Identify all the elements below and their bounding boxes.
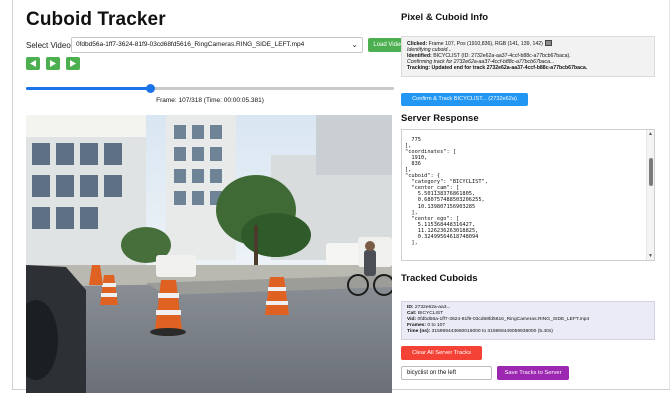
- video-panel: Cuboid Tracker Select Video: 0fdbd56a-1f…: [26, 0, 409, 395]
- response-scrollbar[interactable]: ▲ ▼: [646, 130, 654, 260]
- select-video-label: Select Video:: [26, 41, 73, 50]
- play-icon: [50, 60, 56, 67]
- scrollbar-thumb[interactable]: [649, 158, 653, 186]
- frame-slider-handle[interactable]: [145, 84, 155, 93]
- info-panel: Pixel & Cuboid Info Clicked: Frame 107, …: [401, 0, 656, 395]
- step-forward-icon: [70, 60, 76, 67]
- server-response-heading: Server Response: [401, 113, 479, 124]
- server-response-json: 775 ], "coordinates": [ 1910, 836 ], "cu…: [405, 137, 488, 246]
- step-back-icon: [30, 60, 36, 67]
- save-tracks-button[interactable]: Save Tracks to Server: [497, 366, 569, 380]
- page-title: Cuboid Tracker: [26, 9, 166, 30]
- clear-tracks-button[interactable]: Clear All Server Tracks: [401, 346, 482, 360]
- color-swatch: [544, 40, 552, 46]
- pixel-info-heading: Pixel & Cuboid Info: [401, 12, 489, 23]
- tracked-cuboid-item: ID: 2732e62a-aa3... Cat: BICYCLIST Vid: …: [401, 301, 655, 340]
- next-frame-button[interactable]: [66, 57, 80, 70]
- chevron-down-icon: ⌄: [351, 40, 358, 49]
- video-frame[interactable]: [26, 115, 392, 393]
- confirm-track-button[interactable]: Confirm & Track BICYCLIST... (2732e62a): [401, 93, 528, 106]
- tracked-cuboids-heading: Tracked Cuboids: [401, 273, 478, 284]
- track-name-input[interactable]: bicyclist on the left: [401, 366, 492, 380]
- play-button[interactable]: [46, 57, 60, 70]
- scroll-up-icon[interactable]: ▲: [648, 131, 653, 137]
- video-select[interactable]: 0fdbd56a-1ff7-3624-81f9-03cd68fd5616_Rin…: [71, 37, 363, 53]
- frame-counter: Frame: 107/318 (Time: 00:00:05.381): [156, 97, 264, 104]
- clicked-line: Clicked: Frame 107, Pos (1910,836), RGB …: [407, 40, 649, 47]
- pixel-info-box: Clicked: Frame 107, Pos (1910,836), RGB …: [401, 36, 655, 77]
- tracking-line: Tracking: Updated end for track 2732e62a…: [407, 65, 588, 72]
- frame-slider-fill: [26, 87, 150, 90]
- scroll-down-icon[interactable]: ▼: [648, 253, 653, 259]
- prev-frame-button[interactable]: [26, 57, 40, 70]
- street-scene-image: [26, 115, 392, 393]
- selected-video-text: 0fdbd56a-1ff7-3624-81f9-03cd68fd5616_Rin…: [76, 41, 305, 48]
- frame-slider[interactable]: [26, 84, 394, 93]
- server-response-box[interactable]: 775 ], "coordinates": [ 1910, 836 ], "cu…: [401, 129, 655, 261]
